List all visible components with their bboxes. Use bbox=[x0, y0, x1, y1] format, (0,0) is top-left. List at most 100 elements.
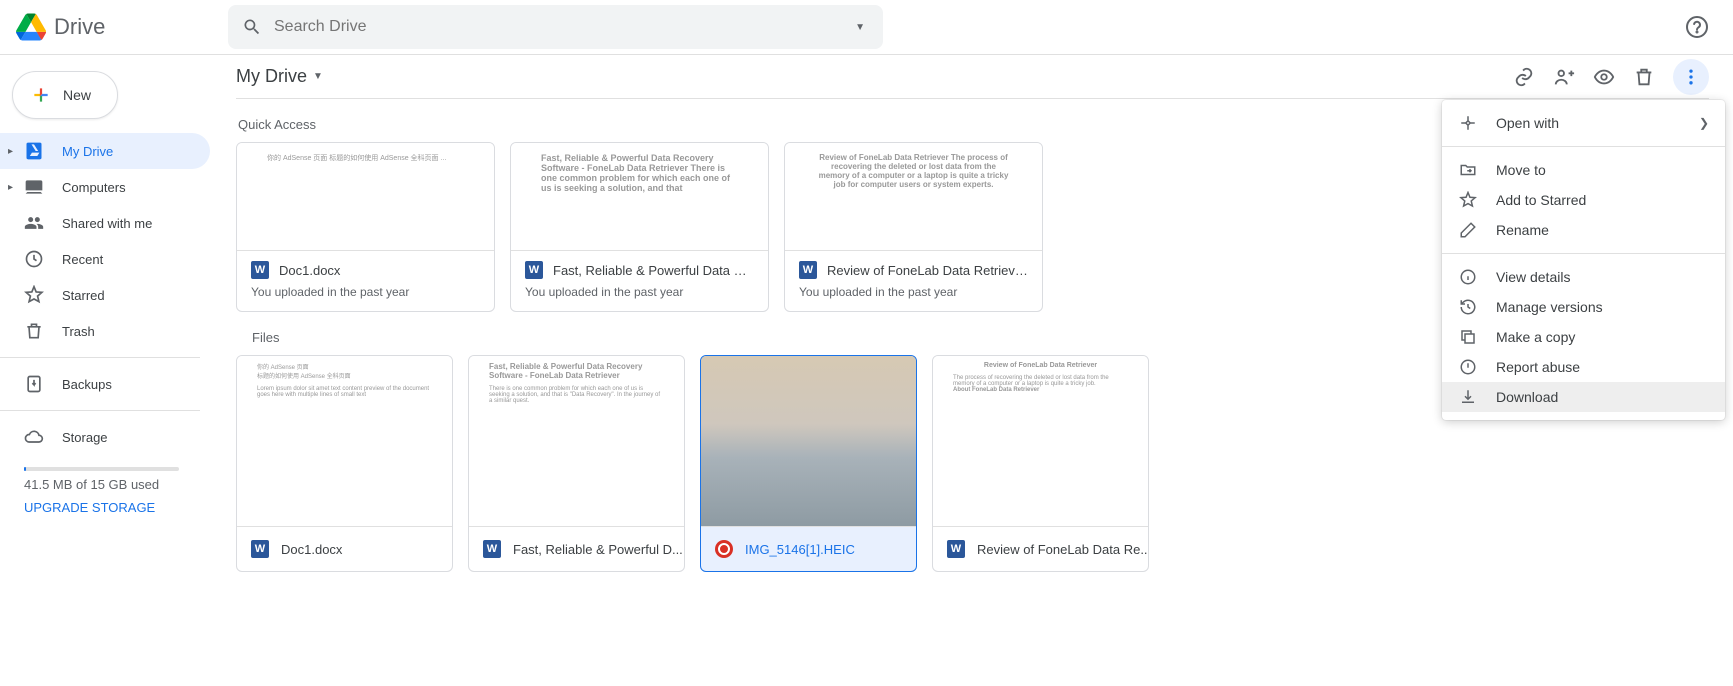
app-name: Drive bbox=[54, 14, 105, 40]
sidebar-item-label: Shared with me bbox=[62, 216, 152, 231]
clock-icon bbox=[24, 249, 44, 269]
word-icon: W bbox=[799, 261, 817, 279]
sidebar: New My Drive Computers Shared with me Re… bbox=[0, 55, 216, 686]
sidebar-item-storage[interactable]: Storage bbox=[0, 419, 210, 455]
sidebar-item-shared[interactable]: Shared with me bbox=[0, 205, 210, 241]
cm-label: View details bbox=[1496, 269, 1570, 285]
sidebar-item-backups[interactable]: Backups bbox=[0, 366, 210, 402]
sidebar-item-label: Recent bbox=[62, 252, 103, 267]
quick-thumb: Fast, Reliable & Powerful Data Recovery … bbox=[511, 143, 768, 251]
open-with-icon bbox=[1458, 113, 1478, 133]
sidebar-item-computers[interactable]: Computers bbox=[0, 169, 210, 205]
people-icon bbox=[24, 213, 44, 233]
sidebar-item-label: Backups bbox=[62, 377, 112, 392]
search-options-dropdown-icon[interactable]: ▼ bbox=[851, 18, 869, 37]
cm-open-with[interactable]: Open with ❯ bbox=[1442, 108, 1725, 138]
file-thumb bbox=[701, 356, 916, 527]
cm-manage-versions[interactable]: Manage versions bbox=[1442, 292, 1725, 322]
cm-label: Report abuse bbox=[1496, 359, 1580, 375]
logo[interactable]: Drive bbox=[16, 12, 216, 42]
drive-logo-icon bbox=[16, 12, 46, 42]
star-icon bbox=[24, 285, 44, 305]
sidebar-item-my-drive[interactable]: My Drive bbox=[0, 133, 210, 169]
word-icon: W bbox=[251, 540, 269, 558]
warning-icon bbox=[1458, 357, 1478, 377]
cm-download[interactable]: Download bbox=[1442, 382, 1725, 412]
word-icon: W bbox=[251, 261, 269, 279]
file-title: Fast, Reliable & Powerful D... bbox=[513, 542, 683, 557]
storage-usage: 41.5 MB of 15 GB used bbox=[24, 477, 216, 492]
divider bbox=[0, 357, 200, 358]
cloud-icon bbox=[24, 427, 44, 447]
help-icon[interactable] bbox=[1685, 15, 1709, 39]
cm-label: Download bbox=[1496, 389, 1558, 405]
cm-move-to[interactable]: Move to bbox=[1442, 155, 1725, 185]
word-icon: W bbox=[525, 261, 543, 279]
download-icon bbox=[1458, 387, 1478, 407]
cm-label: Move to bbox=[1496, 162, 1546, 178]
backups-icon bbox=[24, 374, 44, 394]
sidebar-item-trash[interactable]: Trash bbox=[0, 313, 210, 349]
share-icon[interactable] bbox=[1553, 66, 1575, 88]
quick-title: Fast, Reliable & Powerful Data Recov... bbox=[553, 263, 754, 278]
quick-title: Doc1.docx bbox=[279, 263, 340, 278]
file-card[interactable]: 你的 AdSense 页面标题的如何使用 AdSense 全科页面Lorem i… bbox=[236, 355, 453, 572]
info-icon bbox=[1458, 267, 1478, 287]
divider bbox=[1442, 146, 1725, 147]
drive-icon bbox=[24, 141, 44, 161]
file-thumb: Review of FoneLab Data RetrieverThe proc… bbox=[933, 356, 1148, 527]
file-card[interactable]: Fast, Reliable & Powerful Data Recovery … bbox=[468, 355, 685, 572]
cm-report-abuse[interactable]: Report abuse bbox=[1442, 352, 1725, 382]
storage-bar bbox=[24, 467, 179, 471]
breadcrumb-label: My Drive bbox=[236, 66, 307, 87]
cm-rename[interactable]: Rename bbox=[1442, 215, 1725, 245]
chevron-right-icon: ❯ bbox=[1699, 116, 1709, 130]
get-link-icon[interactable] bbox=[1513, 66, 1535, 88]
storage-block: 41.5 MB of 15 GB used UPGRADE STORAGE bbox=[0, 455, 216, 515]
chevron-down-icon: ▼ bbox=[313, 71, 323, 82]
file-card-selected[interactable]: IMG_5146[1].HEIC bbox=[700, 355, 917, 572]
header: Drive ▼ bbox=[0, 0, 1733, 55]
breadcrumb[interactable]: My Drive ▼ bbox=[236, 66, 323, 87]
history-icon bbox=[1458, 297, 1478, 317]
toolbar: My Drive ▼ bbox=[236, 55, 1709, 99]
preview-icon[interactable] bbox=[1593, 66, 1615, 88]
quick-title: Review of FoneLab Data Retriever - t... bbox=[827, 263, 1028, 278]
search-input[interactable] bbox=[274, 18, 851, 36]
plus-icon bbox=[31, 85, 51, 105]
quick-card[interactable]: Review of FoneLab Data Retriever The pro… bbox=[784, 142, 1043, 312]
sidebar-item-starred[interactable]: Starred bbox=[0, 277, 210, 313]
cm-label: Add to Starred bbox=[1496, 192, 1586, 208]
quick-card[interactable]: 你的 AdSense 页面 标题的如何使用 AdSense 全科页面 ... W… bbox=[236, 142, 495, 312]
divider bbox=[1442, 253, 1725, 254]
sidebar-item-label: Starred bbox=[62, 288, 105, 303]
sidebar-item-label: My Drive bbox=[62, 144, 113, 159]
search-bar[interactable]: ▼ bbox=[228, 5, 883, 49]
new-button-label: New bbox=[63, 87, 91, 103]
delete-icon[interactable] bbox=[1633, 66, 1655, 88]
sidebar-item-label: Computers bbox=[62, 180, 126, 195]
star-icon bbox=[1458, 190, 1478, 210]
cm-label: Open with bbox=[1496, 115, 1559, 131]
quick-sub: You uploaded in the past year bbox=[251, 285, 480, 299]
image-icon bbox=[715, 540, 733, 558]
context-menu: Open with ❯ Move to Add to Starred Renam… bbox=[1442, 100, 1725, 420]
quick-card[interactable]: Fast, Reliable & Powerful Data Recovery … bbox=[510, 142, 769, 312]
file-title: IMG_5146[1].HEIC bbox=[745, 542, 855, 557]
file-title: Review of FoneLab Data Re... bbox=[977, 542, 1148, 557]
quick-thumb: Review of FoneLab Data Retriever The pro… bbox=[785, 143, 1042, 251]
file-thumb: 你的 AdSense 页面标题的如何使用 AdSense 全科页面Lorem i… bbox=[237, 356, 452, 527]
sidebar-item-label: Storage bbox=[62, 430, 108, 445]
folder-move-icon bbox=[1458, 160, 1478, 180]
quick-thumb: 你的 AdSense 页面 标题的如何使用 AdSense 全科页面 ... bbox=[237, 143, 494, 251]
new-button[interactable]: New bbox=[12, 71, 118, 119]
file-card[interactable]: Review of FoneLab Data RetrieverThe proc… bbox=[932, 355, 1149, 572]
cm-make-copy[interactable]: Make a copy bbox=[1442, 322, 1725, 352]
cm-view-details[interactable]: View details bbox=[1442, 262, 1725, 292]
cm-add-starred[interactable]: Add to Starred bbox=[1442, 185, 1725, 215]
more-actions-icon[interactable] bbox=[1673, 59, 1709, 95]
upgrade-storage-link[interactable]: UPGRADE STORAGE bbox=[24, 500, 216, 515]
sidebar-item-recent[interactable]: Recent bbox=[0, 241, 210, 277]
file-title: Doc1.docx bbox=[281, 542, 342, 557]
word-icon: W bbox=[947, 540, 965, 558]
